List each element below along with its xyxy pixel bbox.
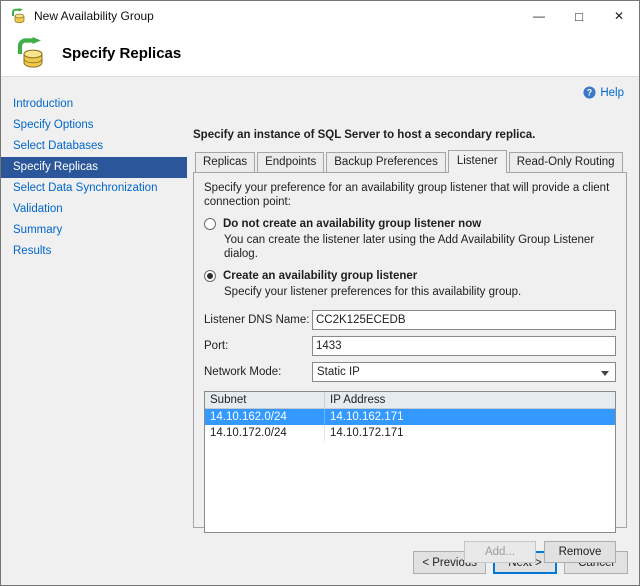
help-icon: ? — [583, 86, 596, 99]
tab-replicas[interactable]: Replicas — [195, 152, 256, 172]
sidebar-item-select-data-synchronization[interactable]: Select Data Synchronization — [1, 178, 187, 199]
grid-header-ip-address[interactable]: IP Address — [325, 392, 615, 408]
instruction-text: Specify an instance of SQL Server to hos… — [193, 129, 536, 141]
page-title: Specify Replicas — [62, 45, 182, 62]
tab-strip: Replicas Endpoints Backup Preferences Li… — [193, 150, 627, 173]
port-label: Port: — [204, 340, 229, 352]
content-area: ? Help Specify an instance of SQL Server… — [187, 77, 639, 563]
subnet-ip-grid: Subnet IP Address 14.10.162.0/24 14.10.1… — [204, 391, 616, 533]
grid-button-row: Add... Remove — [204, 541, 616, 563]
sidebar-item-summary[interactable]: Summary — [1, 220, 187, 241]
dns-name-label: Listener DNS Name: — [204, 314, 310, 326]
window-title: New Availability Group — [34, 9, 154, 23]
sidebar-item-validation[interactable]: Validation — [1, 199, 187, 220]
grid-header-subnet[interactable]: Subnet — [205, 392, 325, 408]
grid-header-row: Subnet IP Address — [205, 392, 615, 409]
network-mode-selected-value: Static IP — [317, 366, 360, 378]
titlebar: New Availability Group — □ ✕ — [1, 1, 639, 31]
wizard-header: Specify Replicas — [1, 31, 639, 77]
ip-address-cell: 14.10.172.171 — [330, 427, 404, 439]
network-mode-label: Network Mode: — [204, 366, 282, 378]
help-label: Help — [600, 86, 624, 99]
sidebar-item-introduction[interactable]: Introduction — [1, 94, 187, 115]
svg-text:?: ? — [587, 87, 592, 97]
close-button[interactable]: ✕ — [599, 1, 639, 31]
tab-endpoints[interactable]: Endpoints — [257, 152, 325, 172]
sidebar-item-select-databases[interactable]: Select Databases — [1, 136, 187, 157]
listener-tab-panel: Specify your preference for an availabil… — [193, 172, 627, 563]
add-button[interactable]: Add... — [464, 541, 536, 563]
ip-address-cell: 14.10.162.171 — [330, 411, 404, 423]
availability-group-app-icon — [12, 8, 25, 23]
no-listener-radio[interactable] — [204, 218, 216, 230]
network-mode-select[interactable]: Static IP — [312, 362, 616, 382]
window-controls: — □ ✕ — [519, 1, 639, 31]
port-input[interactable] — [312, 336, 616, 356]
availability-group-header-icon — [17, 36, 43, 68]
port-field-row: Port: — [204, 336, 616, 356]
remove-button[interactable]: Remove — [544, 541, 616, 563]
listener-intro-text: Specify your preference for an availabil… — [204, 182, 610, 208]
tab-listener[interactable]: Listener — [447, 150, 507, 173]
radio-row-no-listener: Do not create an availability group list… — [204, 218, 616, 230]
new-availability-group-dialog: New Availability Group — □ ✕ Specify Rep… — [0, 0, 640, 586]
sidebar-item-specify-replicas[interactable]: Specify Replicas — [1, 157, 187, 178]
wizard-body: Introduction Specify Options Select Data… — [1, 77, 639, 563]
minimize-button[interactable]: — — [519, 1, 559, 31]
create-listener-radio[interactable] — [204, 270, 216, 282]
wizard-steps-sidebar: Introduction Specify Options Select Data… — [1, 77, 187, 540]
subnet-cell: 14.10.172.0/24 — [205, 425, 325, 441]
tab-backup-preferences[interactable]: Backup Preferences — [326, 152, 446, 172]
network-mode-field-row: Network Mode: Static IP — [204, 362, 616, 382]
sidebar-item-results[interactable]: Results — [1, 241, 187, 262]
maximize-button[interactable]: □ — [559, 1, 599, 31]
tab-read-only-routing[interactable]: Read-Only Routing — [508, 152, 623, 172]
create-listener-radio-label[interactable]: Create an availability group listener — [223, 270, 417, 282]
sidebar-item-specify-options[interactable]: Specify Options — [1, 115, 187, 136]
subnet-cell: 14.10.162.0/24 — [205, 409, 325, 425]
create-listener-description: Specify your listener preferences for th… — [224, 286, 522, 298]
dns-name-input[interactable] — [312, 310, 616, 330]
table-row[interactable]: 14.10.172.0/24 14.10.172.171 — [205, 425, 615, 441]
radio-row-create-listener: Create an availability group listener — [204, 270, 616, 282]
no-listener-description: You can create the listener later using … — [224, 234, 595, 260]
no-listener-radio-label[interactable]: Do not create an availability group list… — [223, 218, 481, 230]
table-row[interactable]: 14.10.162.0/24 14.10.162.171 — [205, 409, 615, 425]
dns-name-field-row: Listener DNS Name: — [204, 310, 616, 330]
help-link[interactable]: ? Help — [583, 86, 624, 99]
chevron-down-icon — [601, 371, 609, 376]
